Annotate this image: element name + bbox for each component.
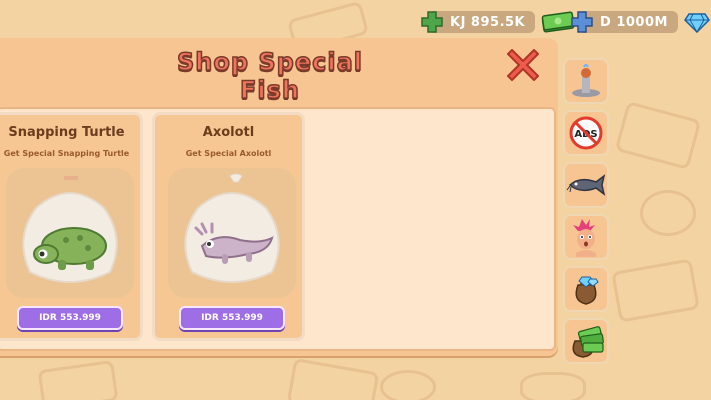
character-icon [573,219,596,257]
add-kj-icon[interactable] [420,10,444,34]
diamond-icon [683,13,710,33]
kj-amount: KJ 895.5K [428,11,536,33]
no-ads-icon: ADS [569,116,603,150]
diamond-currency: D 1000M [571,10,710,34]
item-card-snapping-turtle: Snapping Turtle Get Special Snapping Tur… [0,112,143,341]
item-card-axolotl: Axolotl Get Special Axolotl IDR 553.999 [152,112,305,341]
item-desc: Get Special Axolotl [185,149,272,158]
gem-bag-icon [575,276,599,305]
item-image-frame [168,168,296,298]
item-image-frame [6,168,134,298]
page-title: Shop Special Fish [176,47,363,105]
cash-bag-icon [572,326,604,358]
item-name: Snapping Turtle [8,125,125,140]
side-menu-decoration-button[interactable] [563,58,609,104]
buy-button[interactable]: IDR 553.999 [17,306,123,330]
axolotl-in-bag-icon [184,173,280,283]
side-menu-fish-button[interactable] [563,162,609,208]
item-name: Axolotl [202,125,255,140]
kj-currency: KJ 895.5K [421,10,575,34]
buy-button[interactable]: IDR 553.999 [179,306,285,330]
add-diamond-icon[interactable] [570,10,594,34]
catfish-icon [566,174,606,196]
close-button[interactable] [500,42,546,88]
side-menu-gem-bag-button[interactable] [563,266,609,312]
turtle-in-bag-icon [22,176,118,283]
item-desc: Get Special Snapping Turtle [3,149,130,158]
close-icon [507,49,539,81]
side-menu-character-button[interactable] [563,214,609,260]
side-menu-no-ads-button[interactable]: ADS [563,110,609,156]
fountain-icon [572,64,600,97]
side-menu-cash-bag-button[interactable] [563,318,609,364]
